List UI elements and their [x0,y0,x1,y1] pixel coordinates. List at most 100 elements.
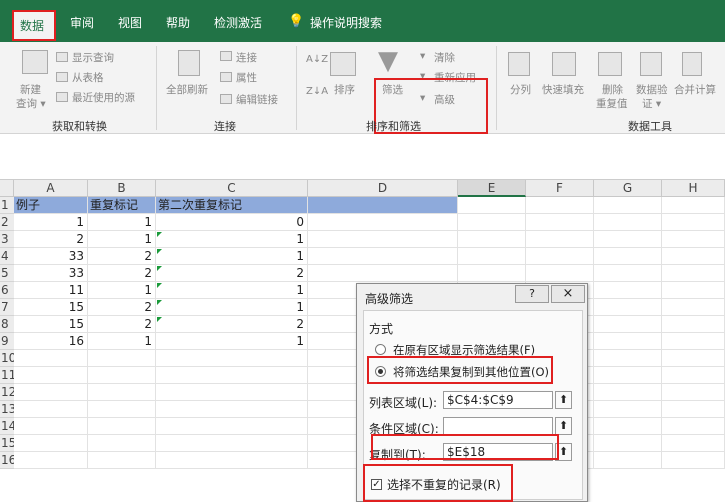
text-to-columns-button[interactable]: 分列 [510,82,531,97]
data-validation-button-2[interactable]: 证 ▾ [642,96,661,111]
cell[interactable] [156,367,308,384]
connections-button[interactable]: 连接 [236,50,257,65]
column-header-c[interactable]: C [156,180,308,197]
cell[interactable]: 2 [88,265,156,282]
cell[interactable]: 第二次重复标记 [156,197,308,214]
cell[interactable] [662,367,725,384]
cell[interactable] [88,384,156,401]
cell[interactable]: 16 [14,333,88,350]
cell[interactable]: 1 [88,231,156,248]
cell[interactable]: 15 [14,316,88,333]
cell[interactable] [308,248,458,265]
row-header[interactable]: 10 [0,350,14,367]
cell[interactable] [662,452,725,469]
collapse-dialog-icon[interactable]: ⬆ [555,391,572,409]
cell[interactable]: 2 [88,248,156,265]
cell[interactable] [662,401,725,418]
select-all-corner[interactable] [0,180,14,197]
row-header[interactable]: 7 [0,299,14,316]
cell[interactable] [88,452,156,469]
cell[interactable]: 2 [88,316,156,333]
row-header[interactable]: 8 [0,316,14,333]
sort-az-icon[interactable]: A↓Z [306,54,328,65]
cell[interactable]: 1 [14,214,88,231]
tab-data[interactable]: 数据 [12,10,56,41]
close-button[interactable]: × [551,285,585,303]
row-header[interactable]: 1 [0,197,14,214]
help-button[interactable]: ? [515,285,549,303]
row-header[interactable]: 16 [0,452,14,469]
flash-fill-button[interactable]: 快速填充 [542,82,584,97]
cell[interactable]: 33 [14,265,88,282]
cell[interactable] [308,265,458,282]
cell[interactable] [594,214,662,231]
refresh-all-button[interactable]: 全部刷新 [166,82,208,97]
list-range-input[interactable]: $C$4:$C$9 [443,391,553,409]
recent-sources-button[interactable]: 最近使用的源 [72,90,135,105]
cell[interactable] [156,384,308,401]
cell[interactable] [594,231,662,248]
cell[interactable]: 1 [156,282,308,299]
column-header-g[interactable]: G [594,180,662,197]
column-header-f[interactable]: F [526,180,594,197]
remove-duplicates-button[interactable]: 删除 [602,82,623,97]
radio-filter-in-place[interactable] [375,344,386,355]
cell[interactable] [662,248,725,265]
cell[interactable] [662,418,725,435]
edit-links-button[interactable]: 编辑链接 [236,92,278,107]
cell[interactable] [156,435,308,452]
cell[interactable] [526,197,594,214]
cell[interactable] [662,282,725,299]
cell[interactable]: 1 [156,231,308,248]
new-query-button-2[interactable]: 查询 ▾ [16,96,46,111]
cell[interactable] [662,265,725,282]
cell[interactable] [662,384,725,401]
cell[interactable]: 1 [88,333,156,350]
cell[interactable] [594,299,662,316]
from-table-button[interactable]: 从表格 [72,70,104,85]
cell[interactable]: 33 [14,248,88,265]
cell[interactable] [156,350,308,367]
row-header[interactable]: 6 [0,282,14,299]
row-header[interactable]: 5 [0,265,14,282]
row-header[interactable]: 4 [0,248,14,265]
properties-button[interactable]: 属性 [236,70,257,85]
cell[interactable] [458,197,526,214]
cell[interactable] [14,435,88,452]
cell[interactable]: 15 [14,299,88,316]
show-query-button[interactable]: 显示查询 [72,50,114,65]
cell[interactable] [458,214,526,231]
cell[interactable] [458,248,526,265]
cell[interactable] [594,333,662,350]
cell[interactable] [594,248,662,265]
cell[interactable] [594,316,662,333]
tab-help[interactable]: 帮助 [166,14,190,31]
tab-activate[interactable]: 检测激活 [214,14,262,31]
cell[interactable] [458,231,526,248]
cell[interactable] [662,350,725,367]
cell[interactable] [14,452,88,469]
cell[interactable] [594,401,662,418]
cell[interactable] [594,265,662,282]
cell[interactable] [594,350,662,367]
column-header-h[interactable]: H [662,180,725,197]
row-header[interactable]: 2 [0,214,14,231]
cell[interactable] [88,418,156,435]
cell[interactable] [662,435,725,452]
consolidate-button[interactable]: 合并计算 [674,82,716,97]
cell[interactable] [14,367,88,384]
cell[interactable]: 1 [156,248,308,265]
cell[interactable] [662,231,725,248]
row-header[interactable]: 14 [0,418,14,435]
row-header[interactable]: 3 [0,231,14,248]
cell[interactable] [594,384,662,401]
collapse-dialog-icon[interactable]: ⬆ [555,417,572,435]
tab-view[interactable]: 视图 [118,14,142,31]
cell[interactable]: 1 [156,333,308,350]
row-header[interactable]: 9 [0,333,14,350]
cell[interactable] [594,197,662,214]
cell[interactable] [594,418,662,435]
cell[interactable] [662,214,725,231]
column-header-a[interactable]: A [14,180,88,197]
cell[interactable] [594,282,662,299]
